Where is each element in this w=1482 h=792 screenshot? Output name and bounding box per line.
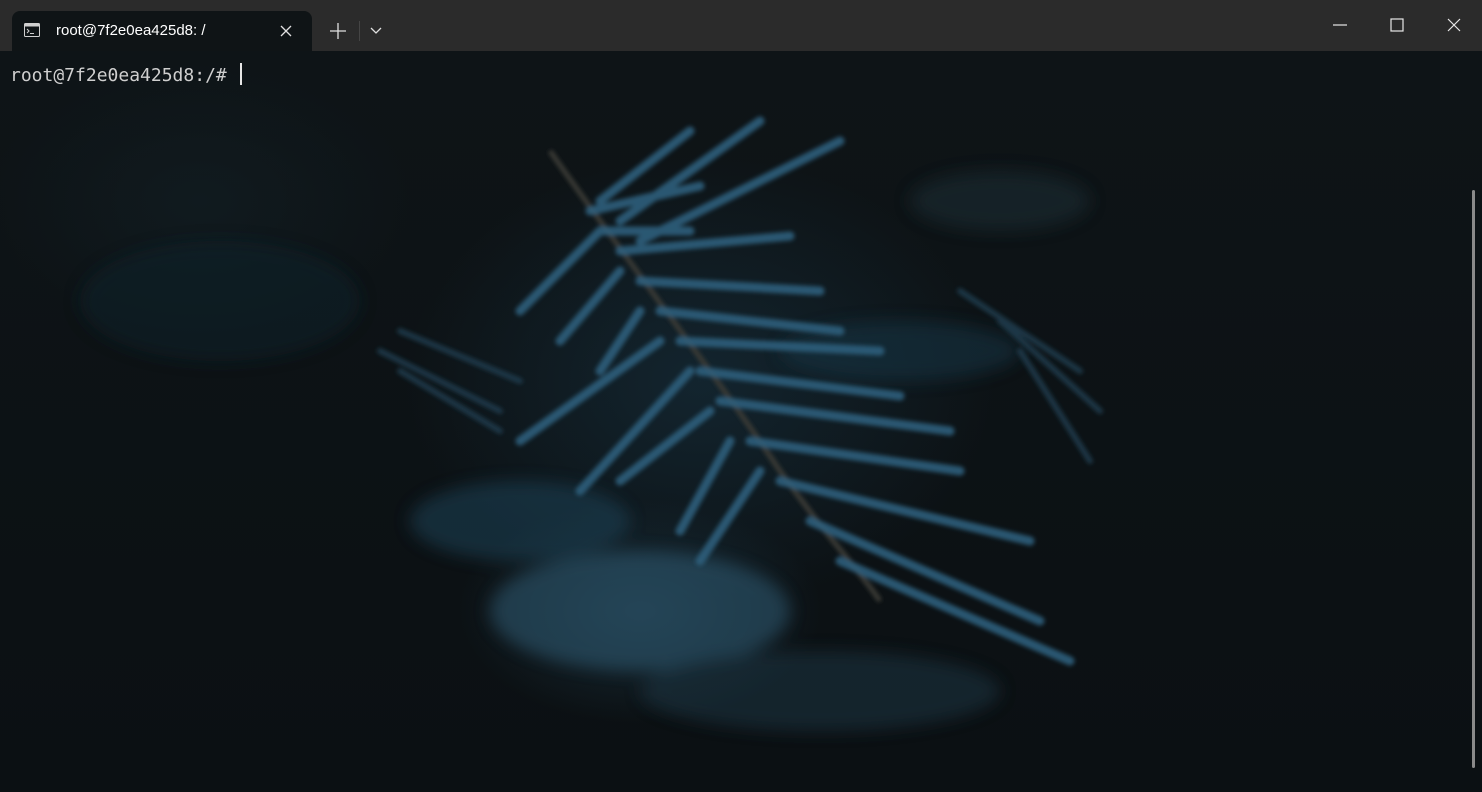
prompt-text: root@7f2e0ea425d8:/# xyxy=(10,65,238,86)
close-button[interactable] xyxy=(1426,0,1482,51)
new-tab-button[interactable] xyxy=(320,13,356,49)
minimize-icon xyxy=(1333,24,1347,26)
close-icon xyxy=(1447,18,1461,32)
tab-dropdown-button[interactable] xyxy=(362,17,390,45)
maximize-button[interactable] xyxy=(1369,0,1425,51)
divider xyxy=(359,21,360,41)
scrollbar[interactable] xyxy=(1472,190,1475,768)
background-image xyxy=(80,116,1103,731)
title-bar[interactable]: root@7f2e0ea425d8: / xyxy=(0,0,1482,51)
tab-close-icon[interactable] xyxy=(276,21,296,41)
maximize-icon xyxy=(1390,18,1404,32)
tab-active[interactable]: root@7f2e0ea425d8: / xyxy=(12,11,312,51)
tab-title: root@7f2e0ea425d8: / xyxy=(56,22,206,39)
terminal-icon xyxy=(24,23,40,37)
terminal-prompt[interactable]: root@7f2e0ea425d8:/# xyxy=(10,63,242,86)
terminal-pane[interactable]: root@7f2e0ea425d8:/# xyxy=(0,51,1482,792)
minimize-button[interactable] xyxy=(1312,0,1368,51)
text-cursor xyxy=(239,63,242,85)
terminal-window: root@7f2e0ea425d8: / root@7f2e0ea425d8:/… xyxy=(0,0,1482,792)
